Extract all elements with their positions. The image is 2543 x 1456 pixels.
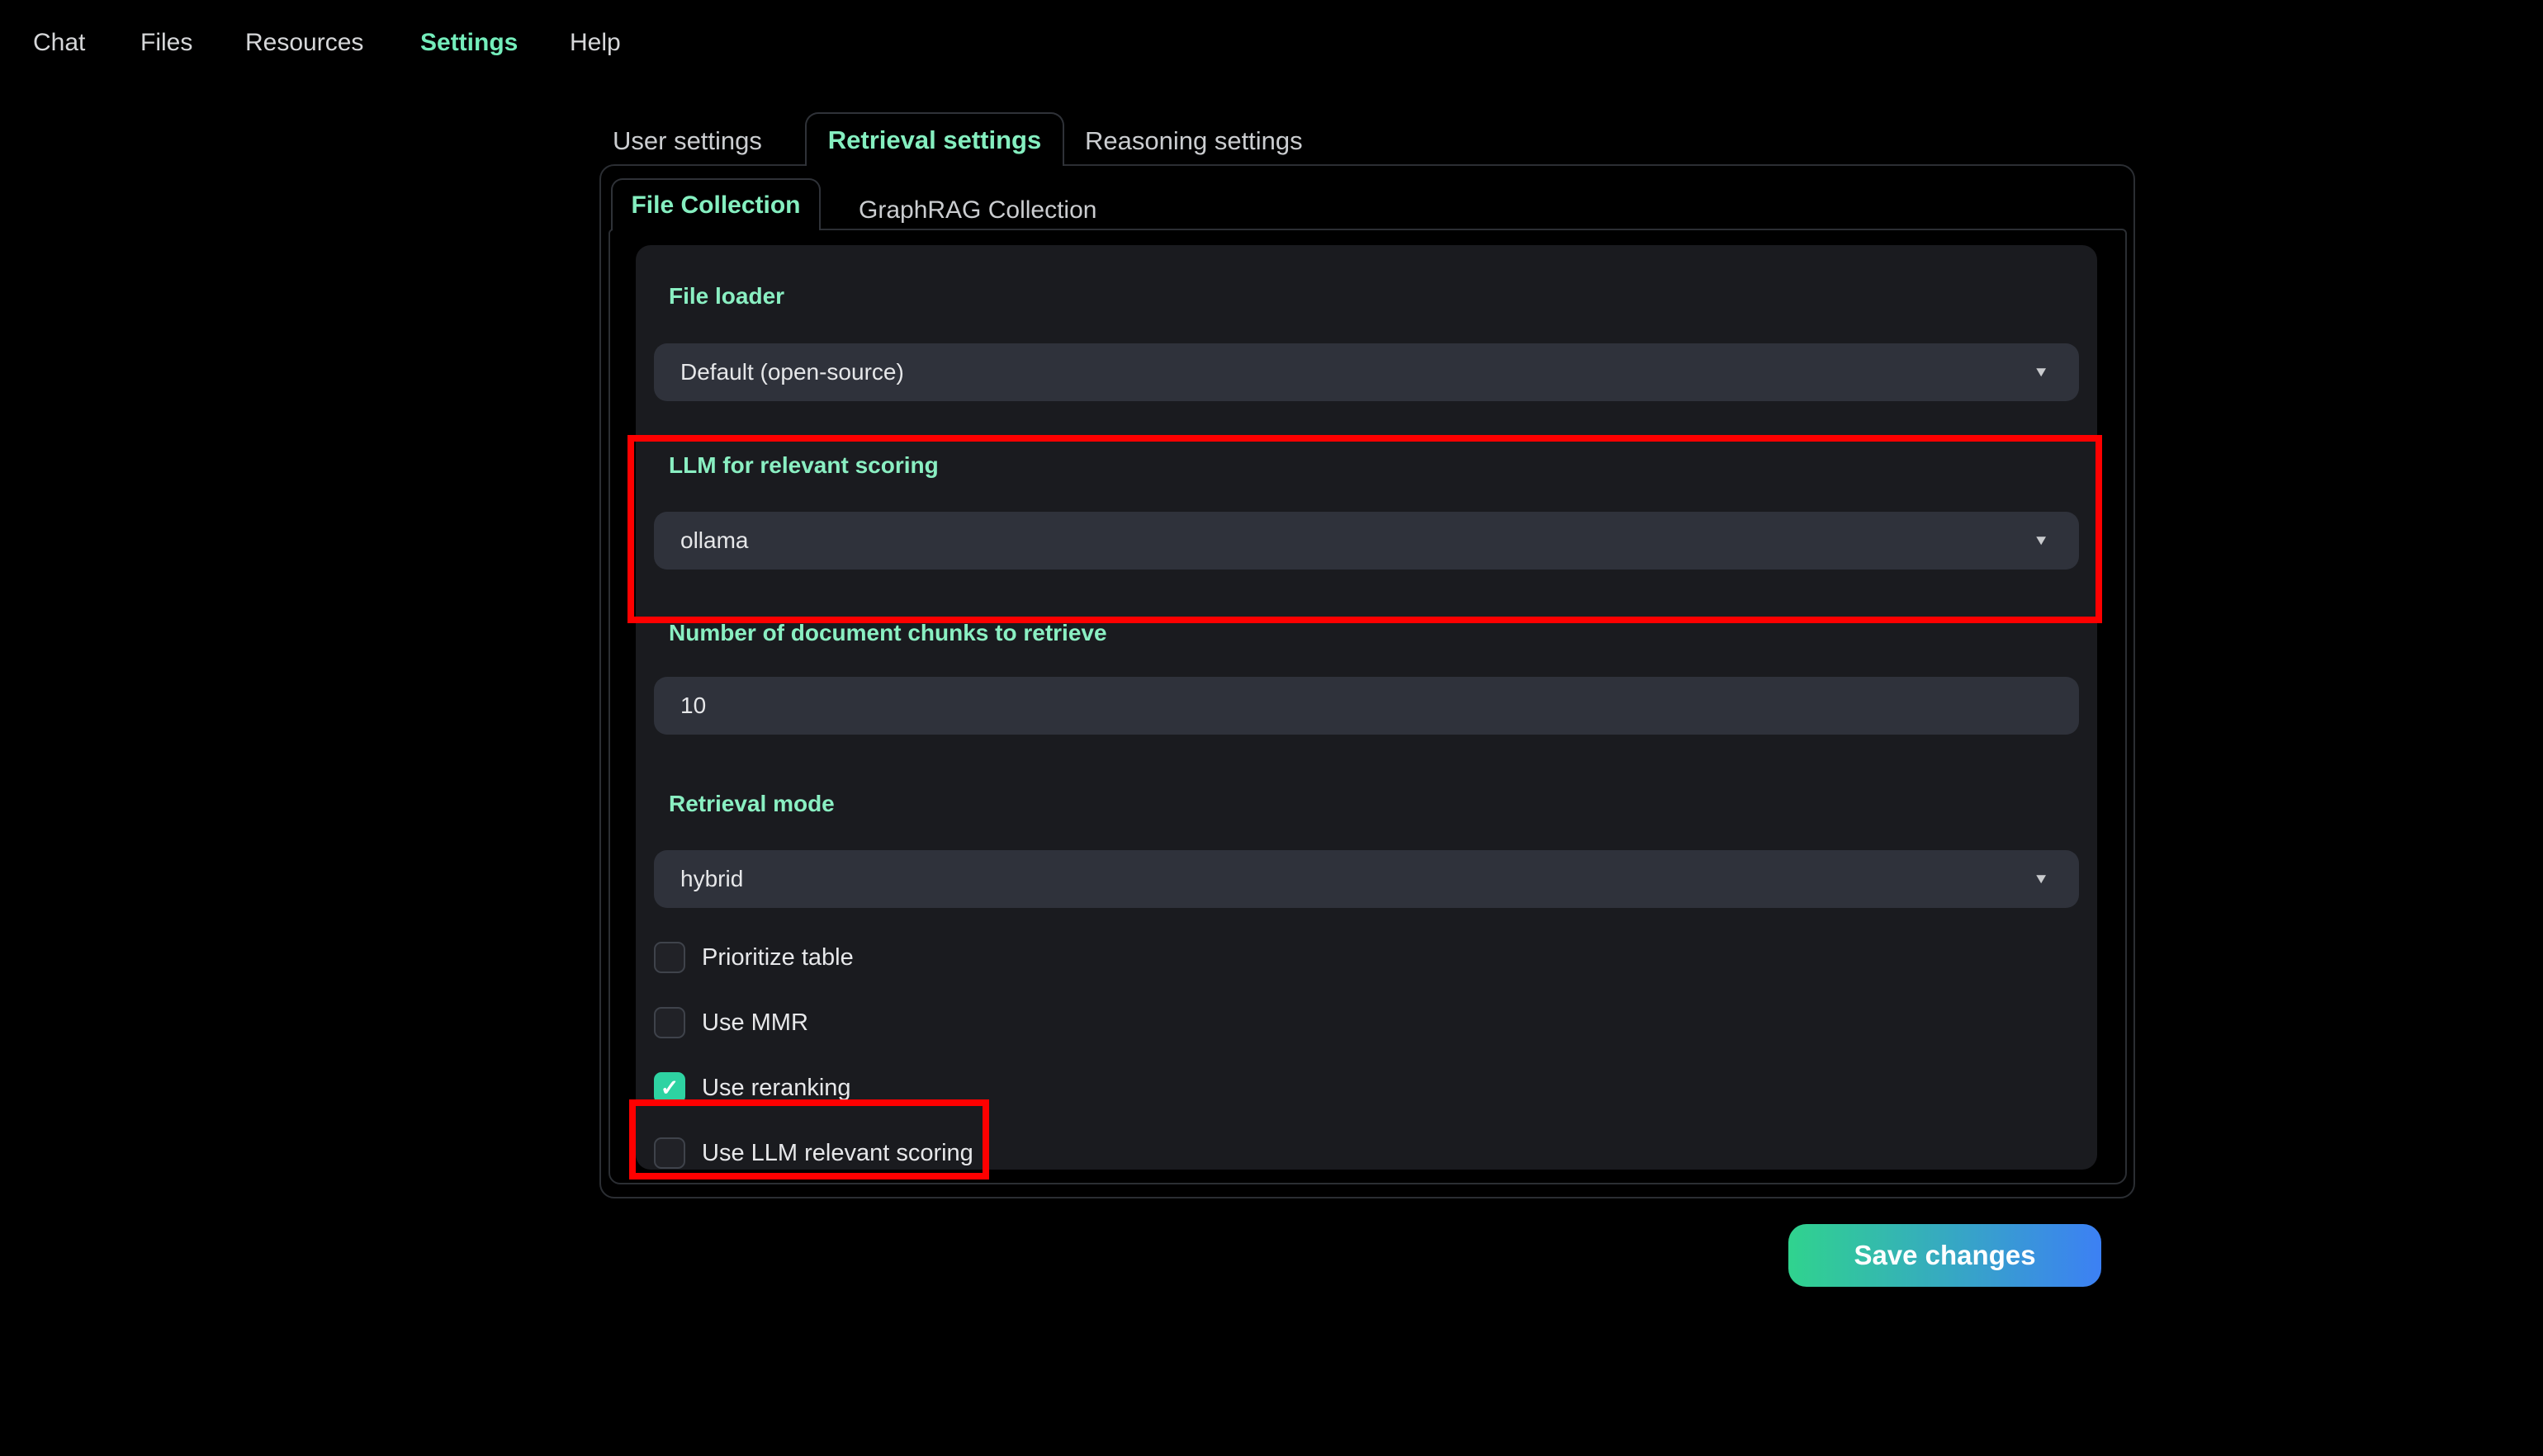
nav-item-settings[interactable]: Settings: [420, 28, 518, 58]
chevron-down-icon: ▼: [2033, 871, 2049, 886]
file-loader-label: File loader: [669, 283, 785, 309]
retrieval-mode-label: Retrieval mode: [669, 791, 835, 816]
checkbox-use-reranking[interactable]: ✓ Use reranking: [654, 1071, 851, 1104]
chevron-down-icon: ▼: [2033, 532, 2049, 548]
checkbox-use-mmr[interactable]: Use MMR: [654, 1006, 808, 1039]
checkbox-use-reranking-label: Use reranking: [702, 1074, 851, 1101]
checkbox-prioritize-table[interactable]: Prioritize table: [654, 941, 854, 974]
check-icon: ✓: [660, 1075, 680, 1100]
file-collection-settings-card: File loader Default (open-source) ▼ LLM …: [636, 245, 2097, 1170]
checkbox-use-mmr-label: Use MMR: [702, 1009, 808, 1036]
nav-item-resources[interactable]: Resources: [245, 28, 363, 58]
retrieval-mode-value: hybrid: [680, 866, 744, 891]
num-chunks-input[interactable]: [654, 677, 2079, 735]
tab-file-collection-label: File Collection: [631, 191, 801, 219]
nav-item-files[interactable]: Files: [140, 28, 192, 58]
checkbox-icon[interactable]: [654, 1137, 685, 1169]
tab-graphrag-collection[interactable]: GraphRAG Collection: [859, 196, 1096, 225]
checkbox-checked-icon[interactable]: ✓: [654, 1072, 685, 1104]
tab-reasoning-settings[interactable]: Reasoning settings: [1085, 126, 1303, 156]
tab-file-collection[interactable]: File Collection: [611, 178, 821, 230]
file-loader-value: Default (open-source): [680, 359, 904, 385]
checkbox-use-llm-relevant-scoring[interactable]: Use LLM relevant scoring: [654, 1137, 973, 1170]
tab-retrieval-settings-label: Retrieval settings: [827, 125, 1042, 154]
tab-user-settings[interactable]: User settings: [613, 126, 762, 156]
chevron-down-icon: ▼: [2033, 364, 2049, 380]
num-chunks-label: Number of document chunks to retrieve: [669, 620, 1107, 645]
save-changes-button[interactable]: Save changes: [1788, 1224, 2101, 1287]
checkbox-prioritize-table-label: Prioritize table: [702, 943, 854, 971]
checkbox-icon[interactable]: [654, 942, 685, 973]
llm-scoring-value: ollama: [680, 527, 749, 553]
nav-item-help[interactable]: Help: [570, 28, 621, 58]
checkbox-icon[interactable]: [654, 1007, 685, 1038]
llm-scoring-label: LLM for relevant scoring: [669, 452, 939, 478]
llm-scoring-dropdown[interactable]: ollama ▼: [654, 512, 2079, 570]
app-window: Chat Files Resources Settings Help User …: [0, 0, 2543, 1456]
tab-retrieval-settings[interactable]: Retrieval settings: [805, 112, 1064, 166]
retrieval-mode-dropdown[interactable]: hybrid ▼: [654, 850, 2079, 908]
nav-item-chat[interactable]: Chat: [33, 28, 85, 58]
file-loader-dropdown[interactable]: Default (open-source) ▼: [654, 343, 2079, 401]
checkbox-use-llm-relevant-scoring-label: Use LLM relevant scoring: [702, 1139, 973, 1166]
